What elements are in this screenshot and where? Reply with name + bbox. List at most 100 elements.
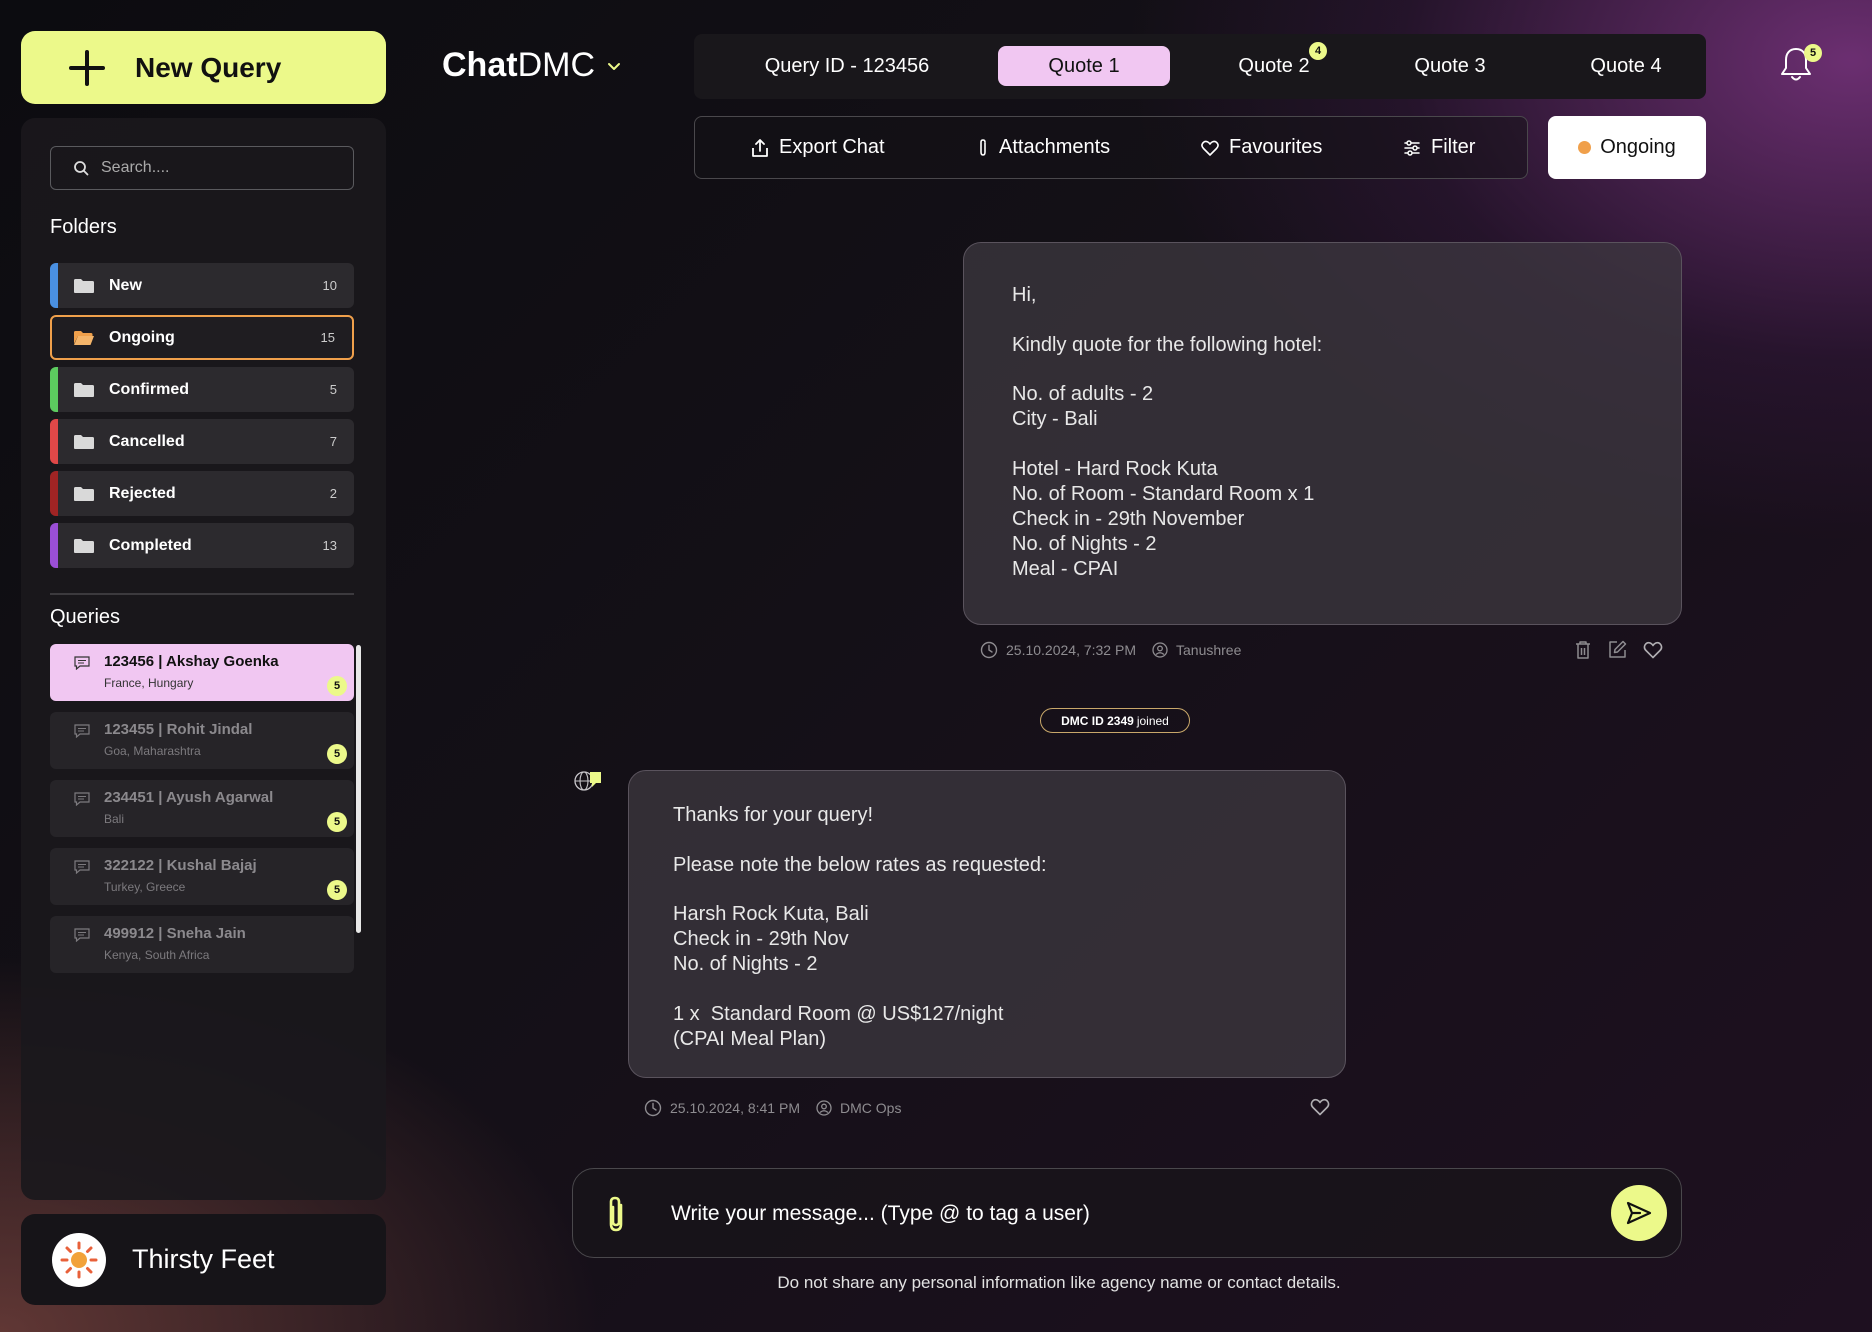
message-line: Please note the below rates as requested…: [673, 853, 1047, 876]
query-title: 322122 | Kushal Bajaj: [104, 857, 257, 874]
chat-toolbar: Export Chat Attachments Favourites Filte…: [694, 116, 1528, 179]
open-folder-icon: [74, 330, 94, 345]
message-author: DMC Ops: [840, 1100, 902, 1116]
paperclip-icon: [980, 138, 986, 156]
query-subtitle: France, Hungary: [104, 676, 194, 690]
status-dot: [1578, 141, 1592, 154]
notifications-button[interactable]: 5: [1778, 44, 1822, 84]
chevron-down-icon: [608, 62, 620, 70]
folder-confirmed[interactable]: Confirmed 5: [50, 367, 354, 412]
message-meta: 25.10.2024, 7:32 PM Tanushree: [980, 641, 1241, 659]
clock-icon: [644, 1099, 662, 1117]
avatar: [52, 1232, 106, 1287]
tab-badge: 4: [1309, 42, 1327, 60]
message-bubble-sent: Hi, Kindly quote for the following hotel…: [963, 242, 1682, 625]
query-item[interactable]: 123455 | Rohit Jindal Goa, Maharashtra 5: [50, 712, 354, 769]
message-input[interactable]: [671, 1197, 1531, 1231]
favourites-button[interactable]: Favourites: [1201, 117, 1322, 178]
message-line-gap: [1012, 308, 1681, 333]
query-subtitle: Turkey, Greece: [104, 880, 186, 894]
paperclip-icon[interactable]: [603, 1193, 629, 1235]
filter-sliders-icon: [1404, 139, 1420, 156]
query-item[interactable]: 322122 | Kushal Bajaj Turkey, Greece 5: [50, 848, 354, 905]
folder-count: 13: [322, 538, 337, 553]
search-input[interactable]: Search....: [50, 146, 354, 190]
unread-badge: 5: [327, 880, 347, 900]
folder-name: Confirmed: [109, 380, 189, 398]
status-dropdown[interactable]: Ongoing: [1548, 116, 1706, 179]
queries-title: Queries: [50, 606, 121, 628]
account-card[interactable]: Thirsty Feet: [21, 1214, 386, 1305]
privacy-disclaimer: Do not share any personal information li…: [777, 1273, 1341, 1292]
tab-quote-3[interactable]: Quote 3: [1370, 46, 1530, 86]
export-icon: [752, 138, 768, 157]
new-query-label: New Query: [135, 51, 282, 83]
unread-badge: 5: [327, 676, 347, 696]
folder-name: Cancelled: [109, 432, 185, 450]
send-button[interactable]: [1611, 1185, 1667, 1241]
tab-query-id[interactable]: Query ID - 123456: [724, 46, 970, 86]
heart-icon[interactable]: [1643, 641, 1663, 659]
joined-id: DMC ID 2349: [1061, 713, 1134, 728]
new-query-button[interactable]: New Query: [21, 31, 386, 104]
folder-color-bar: [50, 523, 58, 568]
attachments-button[interactable]: Attachments: [977, 117, 1110, 178]
query-item[interactable]: 234451 | Ayush Agarwal Bali 5: [50, 780, 354, 837]
tab-quote-4[interactable]: Quote 4: [1546, 46, 1706, 86]
search-placeholder: Search....: [101, 159, 170, 176]
heart-icon[interactable]: [1310, 1098, 1330, 1116]
plus-icon: [69, 49, 105, 86]
message-composer: [572, 1168, 1682, 1258]
folder-new[interactable]: New 10: [50, 263, 354, 308]
unread-badge: 5: [327, 744, 347, 764]
folder-count: 2: [329, 486, 337, 501]
trash-icon[interactable]: [1574, 640, 1592, 660]
chat-icon: [74, 928, 90, 942]
message-line: City - Bali: [1012, 408, 1098, 430]
message-line: Check in - 29th Nov: [673, 928, 849, 950]
message-line: Hi,: [1012, 284, 1037, 306]
message-line: Check in - 29th November: [1012, 507, 1245, 530]
notification-badge: 5: [1804, 44, 1822, 62]
folder-cancelled[interactable]: Cancelled 7: [50, 419, 354, 464]
user-icon: [816, 1100, 832, 1116]
message-author: Tanushree: [1176, 642, 1242, 658]
sidebar: Search.... Folders New 10 Ongoing 15 Con…: [21, 118, 386, 1200]
query-title: 123455 | Rohit Jindal: [104, 721, 253, 738]
message-line-gap: [673, 828, 1345, 853]
folder-icon: [74, 434, 94, 449]
folder-icon: [74, 382, 94, 397]
folder-completed[interactable]: Completed 13: [50, 523, 354, 568]
message-time: 25.10.2024, 8:41 PM: [670, 1100, 800, 1116]
query-item[interactable]: 499912 | Sneha Jain Kenya, South Africa: [50, 916, 354, 973]
message-line-gap: [673, 977, 1345, 1002]
account-name: Thirsty Feet: [132, 1244, 275, 1274]
attachments-label: Attachments: [999, 136, 1111, 158]
folder-name: New: [109, 276, 142, 294]
filter-button[interactable]: Filter: [1403, 117, 1475, 178]
brand-switcher[interactable]: Chat DMC: [442, 46, 621, 85]
message-line: Meal - CPAI: [1012, 557, 1119, 580]
heart-icon: [1201, 140, 1219, 156]
query-subtitle: Bali: [104, 812, 125, 826]
message-bubble-received: Thanks for your query! Please note the b…: [628, 770, 1346, 1078]
tab-quote-2[interactable]: Quote 2 4: [1194, 42, 1354, 86]
folder-count: 15: [320, 330, 335, 345]
message-line: No. of Nights - 2: [1012, 532, 1157, 555]
export-chat-button[interactable]: Export Chat: [751, 117, 885, 178]
sidebar-scrollbar[interactable]: [356, 645, 361, 933]
clock-icon: [980, 641, 998, 659]
chat-icon: [74, 860, 90, 874]
chat-icon: [74, 656, 90, 670]
folder-color-bar: [50, 419, 58, 464]
query-item[interactable]: 123456 | Akshay Goenka France, Hungary 5: [50, 644, 354, 701]
section-divider: [50, 593, 354, 595]
brand-regular: DMC: [517, 46, 595, 84]
message-line: Harsh Rock Kuta, Bali: [673, 903, 869, 925]
query-subtitle: Kenya, South Africa: [104, 948, 210, 962]
folder-ongoing[interactable]: Ongoing 15: [50, 315, 354, 360]
folder-icon: [74, 538, 94, 553]
folder-rejected[interactable]: Rejected 2: [50, 471, 354, 516]
edit-icon[interactable]: [1608, 640, 1627, 659]
tab-quote-1[interactable]: Quote 1: [998, 46, 1170, 86]
